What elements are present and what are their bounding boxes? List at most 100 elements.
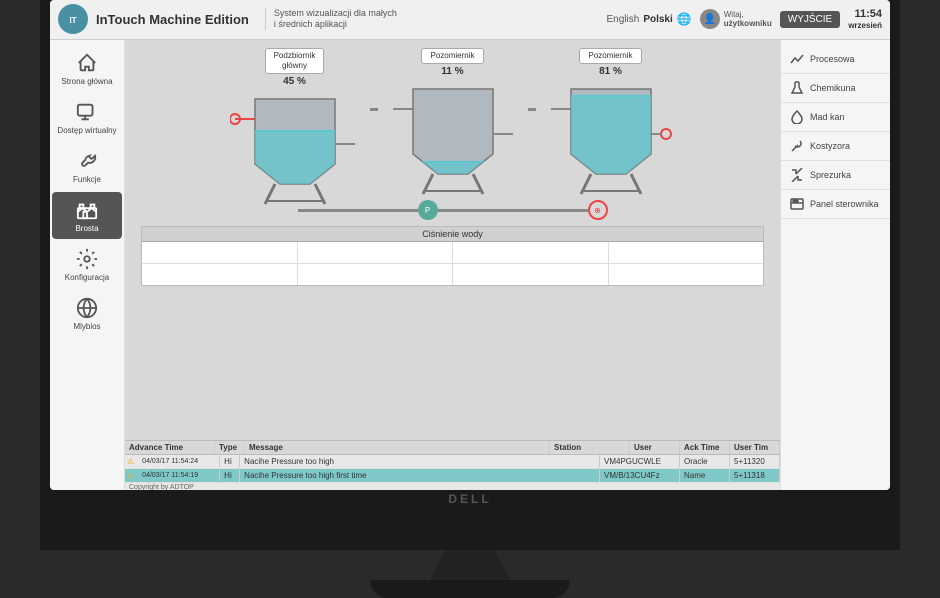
alarm-1-station: VM4PGUCWLE — [600, 455, 680, 468]
chart-icon — [789, 51, 805, 67]
tank-3-label: Pozomiernik — [579, 48, 641, 64]
language-selector[interactable]: English Polski 🌐 — [607, 12, 692, 26]
alarm-2-station: VM/B/13CU4Fz — [600, 469, 680, 482]
tank-3: Pozomiernik 81 % — [546, 48, 676, 199]
tank-1: Podzbiornik główny 45 % — [230, 48, 360, 210]
tank-2-percent: 11 % — [441, 66, 463, 77]
data-table: Ciśnienie wody — [141, 226, 764, 286]
copyright-text: Copyright by ADTOP — [125, 483, 780, 490]
gear-icon — [73, 247, 101, 271]
sidebar-item-funkcje[interactable]: Funkcje — [52, 143, 122, 190]
tank-2-svg — [388, 79, 518, 199]
alarm-strip: Advance Time Type Message Station User A… — [125, 440, 780, 490]
tank-3-percent: 81 % — [599, 66, 622, 77]
app-logo: IT — [58, 4, 88, 34]
col-user-time: User Tim — [730, 441, 780, 454]
sidebar-label: Mlybios — [73, 322, 100, 331]
right-item-kostyzora[interactable]: Kostyzora — [781, 132, 890, 161]
alarm-1-type: Hi — [220, 455, 240, 468]
sidebar-item-konfiguracja[interactable]: Konfiguracja — [52, 241, 122, 288]
right-label: Sprezurka — [810, 170, 851, 180]
app-subtitle: System wizualizacji dla małych i średnic… — [265, 8, 397, 30]
col-user: User — [630, 441, 680, 454]
alarm-2-type: Hi — [220, 469, 240, 482]
globe-icon — [73, 100, 101, 124]
tank-1-label: Podzbiornik główny — [265, 48, 325, 75]
clock: 11:54 wrzesień — [848, 8, 882, 31]
dell-logo: DELL — [448, 492, 491, 506]
main-area: Strona główna Dostęp wirtualny — [50, 40, 890, 490]
right-item-panel-sterownika[interactable]: Panel sterownika — [781, 190, 890, 219]
exit-button[interactable]: WYJŚCIE — [780, 11, 840, 28]
monitor-base — [370, 580, 570, 598]
alarm-2-time: 04/03/17 11:54:19 — [138, 470, 220, 481]
right-item-procesowa[interactable]: Procesowa — [781, 45, 890, 74]
tanks-container: Podzbiornik główny 45 % — [133, 48, 772, 210]
pipe-connector-2 — [528, 108, 536, 111]
screen: IT InTouch Machine Edition System wizual… — [50, 0, 890, 490]
alarm-row-1: ⚠ 04/03/17 11:54:24 Hi Nacihe Pressure t… — [125, 455, 780, 469]
right-item-chemikuna[interactable]: Chemikuna — [781, 74, 890, 103]
right-sidebar: Procesowa Chemikuna — [780, 40, 890, 490]
col-type: Type — [215, 441, 245, 454]
sidebar-item-mlybios[interactable]: Mlybios — [52, 290, 122, 337]
alarm-2-user: Name — [680, 469, 730, 482]
right-label: Panel sterownika — [810, 199, 879, 209]
col-ack-time: Ack Time — [680, 441, 730, 454]
alarm-1-user: Oracle — [680, 455, 730, 468]
col-advance-time: Advance Time — [125, 441, 215, 454]
avatar: 👤 — [700, 9, 720, 29]
right-label: Mad kan — [810, 112, 845, 122]
water-icon — [789, 109, 805, 125]
sidebar-label: Funkcje — [73, 175, 101, 184]
monitor-neck — [430, 550, 510, 580]
right-label: Kostyzora — [810, 141, 850, 151]
pipe-connector-1 — [370, 108, 378, 111]
flask-icon — [789, 80, 805, 96]
sidebar-label: Brosta — [75, 224, 98, 233]
globe2-icon — [73, 296, 101, 320]
translate-icon: 🌐 — [677, 12, 692, 26]
left-sidebar: Strona główna Dostęp wirtualny — [50, 40, 125, 490]
sidebar-item-strona-glowna[interactable]: Strona główna — [52, 45, 122, 92]
lang-en[interactable]: English — [607, 14, 640, 25]
alarm-2-message: Nacihe Pressure too high first time — [240, 469, 600, 482]
tank-2-label: Pozomiernik — [421, 48, 483, 64]
sidebar-label: Strona główna — [61, 77, 112, 86]
monitor-bezel-bottom: DELL — [50, 490, 890, 508]
col-station: Station — [550, 441, 630, 454]
pump-icon: P — [418, 200, 438, 220]
tools-icon — [73, 149, 101, 173]
content-area: Podzbiornik główny 45 % — [125, 40, 780, 490]
wrench-icon — [789, 138, 805, 154]
tank-1-percent: 45 % — [283, 76, 306, 87]
sidebar-label: Dostęp wirtualny — [57, 126, 116, 135]
alarm-1-ack: 5+11320 — [730, 455, 780, 468]
valve-icon: ⊕ — [588, 200, 608, 220]
app-title: InTouch Machine Edition — [96, 12, 249, 27]
tank-1-svg — [230, 89, 360, 209]
right-item-sprezurka[interactable]: Sprezurka — [781, 161, 890, 190]
col-message: Message — [245, 441, 550, 454]
pipe-row: P ⊕ — [133, 200, 772, 220]
lang-pl[interactable]: Polski — [643, 14, 672, 25]
tank-2: Pozomiernik 11 % — [388, 48, 518, 199]
tank-3-svg — [546, 79, 676, 199]
alarm-2-ack: 5+11318 — [730, 469, 780, 482]
right-item-mad-kan[interactable]: Mad kan — [781, 103, 890, 132]
svg-text:IT: IT — [69, 16, 76, 25]
home-icon — [73, 51, 101, 75]
alarm-1-time: 04/03/17 11:54:24 — [138, 456, 220, 467]
sidebar-item-dostep-wirtualny[interactable]: Dostęp wirtualny — [52, 94, 122, 141]
alarm-1-message: Nacihe Pressure too high — [240, 455, 600, 468]
alarm-row-2: ⚠ 04/03/17 11:54:19 Hi Nacihe Pressure t… — [125, 469, 780, 483]
right-label: Chemikuna — [810, 83, 856, 93]
compress-icon — [789, 167, 805, 183]
alarm-header: Advance Time Type Message Station User A… — [125, 441, 780, 455]
factory-icon — [73, 198, 101, 222]
sidebar-item-brosta[interactable]: Brosta — [52, 192, 122, 239]
panel-icon — [789, 196, 805, 212]
monitor: IT InTouch Machine Edition System wizual… — [40, 0, 900, 550]
data-table-body — [142, 242, 763, 285]
header: IT InTouch Machine Edition System wizual… — [50, 0, 890, 40]
